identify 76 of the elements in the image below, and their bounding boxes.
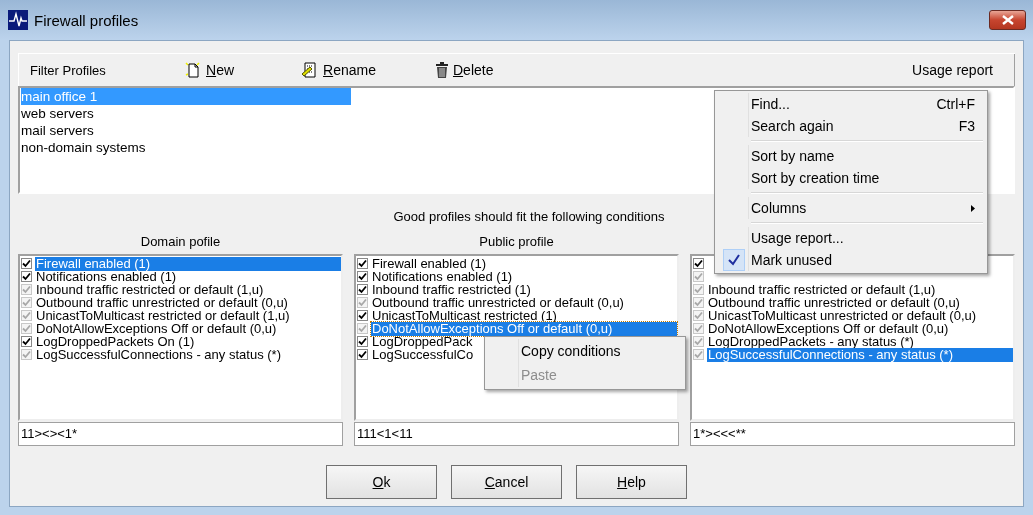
checkbox[interactable] (21, 336, 32, 347)
column-heading: Domain pofile (140, 233, 221, 249)
profile-item[interactable]: web servers (21, 105, 351, 122)
checkbox[interactable] (693, 297, 704, 308)
condition-item[interactable]: Inbound traffic restricted or default (1,u) (35, 282, 265, 297)
checkbox[interactable] (21, 323, 32, 334)
toolbar-button[interactable]: Rename (301, 60, 376, 80)
condition-item[interactable]: Firewall enabled (1) (35, 256, 341, 271)
menu-item-label: Sort by creation time (751, 170, 881, 186)
checkbox[interactable] (357, 271, 368, 282)
menu-item-label: Find... (751, 96, 791, 112)
condition-item[interactable]: DoNotAllowExceptions Off or default (0,u) (707, 321, 950, 336)
checkbox[interactable] (21, 258, 32, 269)
menu-item-label: Columns (751, 200, 808, 216)
checkbox[interactable] (693, 349, 704, 360)
checkbox[interactable] (693, 258, 704, 269)
menu-item-label: Search again (751, 118, 835, 134)
shortcut-label: F3 (957, 118, 975, 134)
checkbox[interactable] (357, 258, 368, 269)
new-page-icon (185, 62, 201, 78)
checkbox[interactable] (357, 336, 368, 347)
checkbox[interactable] (693, 284, 704, 295)
checkbox[interactable] (21, 284, 32, 295)
condition-item[interactable]: LogSuccessfulCo (371, 347, 475, 362)
checkbox[interactable] (693, 336, 704, 347)
checkbox[interactable] (693, 310, 704, 321)
condition-item[interactable]: DoNotAllowExceptions Off or default (0,u) (35, 321, 278, 336)
column-heading: Public profile (479, 233, 554, 249)
checkbox[interactable] (357, 349, 368, 360)
checkbox[interactable] (693, 323, 704, 334)
dialog-button[interactable]: Help (576, 465, 687, 499)
checkbox[interactable] (21, 271, 32, 282)
condition-item[interactable]: Firewall enabled (1) (371, 256, 488, 271)
checkbox[interactable] (357, 297, 368, 308)
toolbar-label: Filter Profiles (30, 62, 107, 78)
menu-item-label: Sort by name (751, 148, 836, 164)
menu-item-label: Mark unused (751, 252, 833, 268)
condition-item[interactable]: LogSuccessfulConnections - any status (*) (707, 347, 1013, 362)
condition-item[interactable]: Inbound traffic restricted (1) (371, 282, 532, 297)
condition-code-field[interactable]: 111<1<11 (354, 422, 679, 446)
checkbox[interactable] (21, 297, 32, 308)
dialog-button[interactable]: Ok (326, 465, 437, 499)
conditions-caption: Good profiles should fit the following conditions (393, 209, 665, 225)
menu-item-label: Usage report... (751, 230, 845, 246)
window-title: Firewall profiles (34, 11, 139, 29)
trash-icon (435, 62, 448, 78)
condition-item[interactable]: UnicastToMulticast unrestricted or default (0,u) (707, 308, 978, 323)
condition-item[interactable]: UnicastToMulticast restricted or default (1,u) (35, 308, 291, 323)
submenu-arrow-icon (971, 204, 975, 212)
checkbox[interactable] (21, 349, 32, 360)
checkbox[interactable] (357, 323, 368, 334)
dialog-button[interactable]: Cancel (451, 465, 562, 499)
checkbox[interactable] (357, 284, 368, 295)
pulse-icon (8, 10, 28, 30)
checkbox[interactable] (21, 310, 32, 321)
shortcut-label: Ctrl+F (935, 96, 975, 112)
condition-code-field[interactable]: 11><><1* (18, 422, 343, 446)
usage-report-button[interactable]: Usage report (912, 60, 993, 80)
condition-item[interactable]: Notifications enabled (1) (35, 269, 178, 284)
checkbox[interactable] (357, 310, 368, 321)
condition-item[interactable]: DoNotAllowExceptions Off or default (0,u) (371, 321, 677, 336)
toolbar-button[interactable]: Delete (435, 60, 494, 80)
condition-item[interactable]: LogDroppedPackets On (1) (35, 334, 196, 349)
toolbar-button[interactable]: New (185, 60, 235, 80)
checkbox[interactable] (693, 271, 704, 282)
close-icon (1001, 15, 1014, 25)
close-button[interactable] (989, 10, 1026, 30)
condition-item[interactable]: LogSuccessfulConnections - any status (*) (35, 347, 282, 362)
profile-item[interactable]: non-domain systems (21, 139, 351, 156)
profile-item[interactable]: mail servers (21, 122, 351, 139)
condition-item[interactable]: LogDroppedPack (371, 334, 474, 349)
condition-item[interactable]: Notifications enabled (1) (371, 269, 514, 284)
condition-item[interactable]: Outbound traffic unrestricted or default (0,u) (371, 295, 625, 310)
rename-icon (301, 62, 319, 78)
condition-code-field[interactable]: 1*><<<** (690, 422, 1015, 446)
condition-item[interactable]: Inbound traffic restricted or default (1,u) (707, 282, 937, 297)
